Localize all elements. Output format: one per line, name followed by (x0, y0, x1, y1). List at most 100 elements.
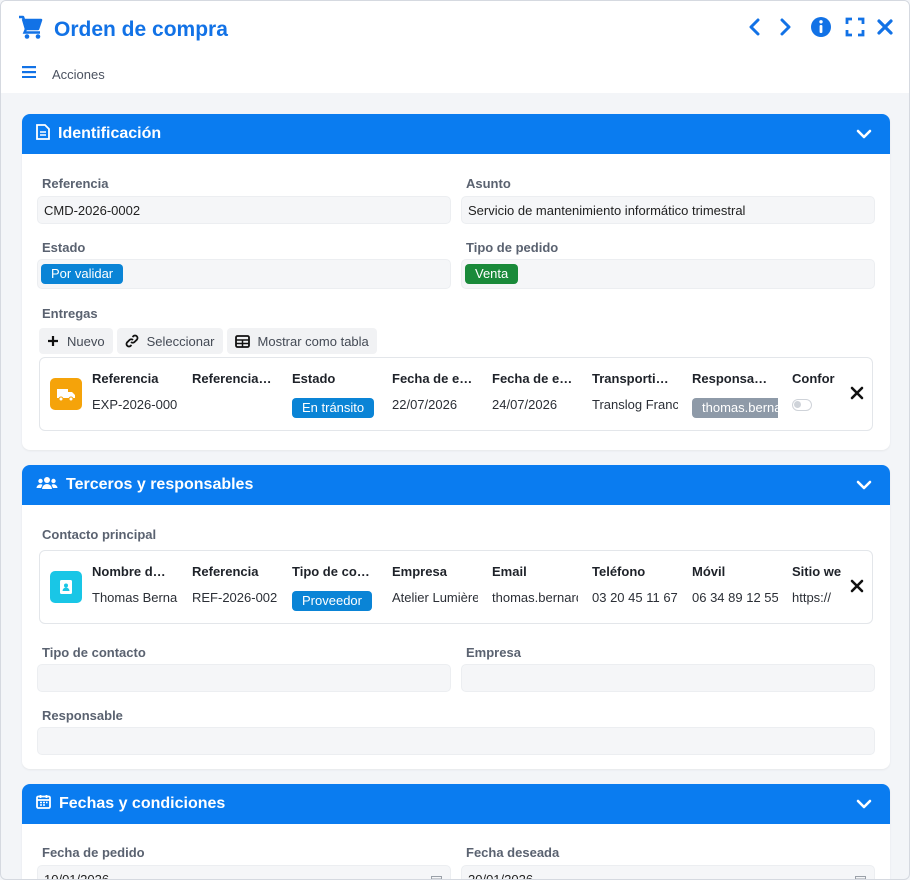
col-header: Transporti… (592, 371, 669, 386)
calendar-icon[interactable] (431, 874, 442, 879)
info-icon[interactable] (809, 15, 833, 39)
calendar-icon[interactable] (855, 874, 866, 879)
new-button-label: Nuevo (67, 333, 105, 349)
col-header: Confor (792, 371, 835, 386)
estado-field[interactable]: Por validar (37, 259, 451, 289)
delivery-row[interactable]: Referencia EXP-2026-0001 Referencia… Esta… (39, 357, 873, 431)
chevron-down-icon[interactable] (856, 796, 872, 814)
contact-row[interactable]: Nombre d… Thomas Bernard Referencia REF-20… (39, 550, 873, 624)
dates-card: Fechas y condiciones Fecha de pedido 10/… (22, 784, 890, 880)
close-icon[interactable] (873, 15, 897, 39)
conformity-toggle[interactable] (792, 399, 812, 411)
cell-fecha2: 24/07/2026 (492, 397, 558, 412)
col-header: Móvil (692, 564, 726, 579)
delivery-status-badge: En tránsito (292, 398, 375, 418)
referencia-field[interactable]: CMD-2026-0002 (37, 196, 451, 224)
identification-card: Identificación Referencia CMD-2026-0002 … (22, 114, 890, 450)
cell-email: thomas.bernard@atelier.fr (492, 590, 578, 605)
remove-icon[interactable] (850, 579, 864, 598)
new-button[interactable]: Nuevo (39, 328, 113, 354)
document-icon (36, 123, 50, 145)
col-header: Responsa… (692, 371, 768, 386)
fecha-pedido-field[interactable]: 10/01/2026 (37, 865, 451, 880)
table-view-button-label: Mostrar como tabla (257, 333, 369, 349)
asunto-label: Asunto (466, 176, 511, 191)
select-button[interactable]: Seleccionar (116, 328, 223, 354)
entregas-toolbar: Nuevo Seleccionar Mostrar como tabla (39, 328, 377, 354)
title-area: Orden de compra (17, 13, 228, 46)
tipo-pedido-field[interactable]: Venta (461, 259, 875, 289)
cell-web: https:// (792, 590, 832, 605)
responsable-field[interactable] (37, 727, 875, 755)
cell-referencia: EXP-2026-0001 (92, 397, 178, 412)
actions-menu[interactable]: Acciones (22, 65, 105, 83)
cell-empresa: Atelier Lumière (392, 590, 478, 605)
remove-icon[interactable] (850, 386, 864, 405)
calendar-icon (36, 794, 51, 814)
entregas-label: Entregas (42, 306, 98, 321)
cell-referencia: REF-2026-0023 (192, 590, 278, 605)
tipo-pedido-label: Tipo de pedido (466, 240, 559, 255)
identification-header[interactable]: Identificación (22, 114, 890, 154)
col-header: Empresa (392, 564, 447, 579)
cell-nombre: Thomas Bernard (92, 590, 178, 605)
col-header: Referencia… (192, 371, 272, 386)
section-title: Terceros y responsables (66, 476, 254, 493)
asunto-value: Servicio de mantenimiento informático tr… (468, 203, 746, 218)
order-window: Orden de compra Acciones Identificación … (0, 0, 910, 880)
page-title: Orden de compra (54, 17, 228, 41)
fecha-deseada-label: Fecha deseada (466, 845, 560, 860)
chevron-right-icon[interactable] (773, 15, 797, 39)
menu-icon[interactable] (22, 65, 36, 83)
col-header: Estado (292, 371, 336, 386)
dates-header[interactable]: Fechas y condiciones (22, 784, 890, 824)
plus-icon (47, 335, 59, 347)
col-header: Fecha de e… (392, 371, 473, 386)
shopping-cart-icon (17, 13, 45, 46)
users-icon (36, 476, 58, 495)
cell-movil: 06 34 89 12 55 (692, 590, 778, 605)
chevron-down-icon[interactable] (856, 126, 872, 144)
fecha-deseada-value: 20/01/2026 (468, 872, 534, 880)
actions-label[interactable]: Acciones (52, 67, 105, 82)
responsable-label: Responsable (42, 708, 123, 723)
tipo-contacto-field[interactable] (37, 664, 451, 692)
contact-card-icon (50, 571, 82, 603)
fecha-deseada-field[interactable]: 20/01/2026 (461, 865, 875, 880)
col-header: Teléfono (592, 564, 646, 579)
referencia-value: CMD-2026-0002 (44, 203, 141, 218)
status-badge: Por validar (41, 264, 124, 284)
cell-telefono: 03 20 45 11 67 (592, 590, 678, 605)
window-header: Orden de compra Acciones (1, 1, 909, 93)
select-button-label: Seleccionar (146, 333, 215, 349)
estado-label: Estado (42, 240, 86, 255)
section-title: Identificación (58, 125, 162, 142)
third-parties-card: Terceros y responsables Contacto princip… (22, 465, 890, 769)
link-icon (125, 334, 139, 348)
col-header: Nombre d… (92, 564, 166, 579)
third-parties-header[interactable]: Terceros y responsables (22, 465, 890, 505)
col-header: Referencia (192, 564, 259, 579)
empresa-field[interactable] (461, 664, 875, 692)
truck-icon (50, 378, 82, 410)
chevron-down-icon[interactable] (856, 477, 872, 495)
empresa-label: Empresa (466, 645, 521, 660)
tipo-contacto-label: Tipo de contacto (42, 645, 146, 660)
window-controls (743, 15, 897, 39)
contact-type-badge: Proveedor (292, 591, 372, 611)
cell-fecha1: 22/07/2026 (392, 397, 458, 412)
expand-icon[interactable] (843, 15, 867, 39)
fecha-pedido-label: Fecha de pedido (42, 845, 145, 860)
asunto-field[interactable]: Servicio de mantenimiento informático tr… (461, 196, 875, 224)
type-badge: Venta (465, 264, 519, 284)
responsable-badge: thomas.bernard (692, 398, 778, 418)
col-header: Email (492, 564, 527, 579)
table-view-button[interactable]: Mostrar como tabla (226, 328, 377, 354)
col-header: Fecha de e… (492, 371, 573, 386)
chevron-left-icon[interactable] (743, 15, 767, 39)
cell-transportista: Translog France (592, 397, 678, 412)
fecha-pedido-value: 10/01/2026 (44, 872, 110, 880)
referencia-label: Referencia (42, 176, 109, 191)
col-header: Tipo de co… (292, 564, 370, 579)
table-icon (234, 334, 250, 348)
